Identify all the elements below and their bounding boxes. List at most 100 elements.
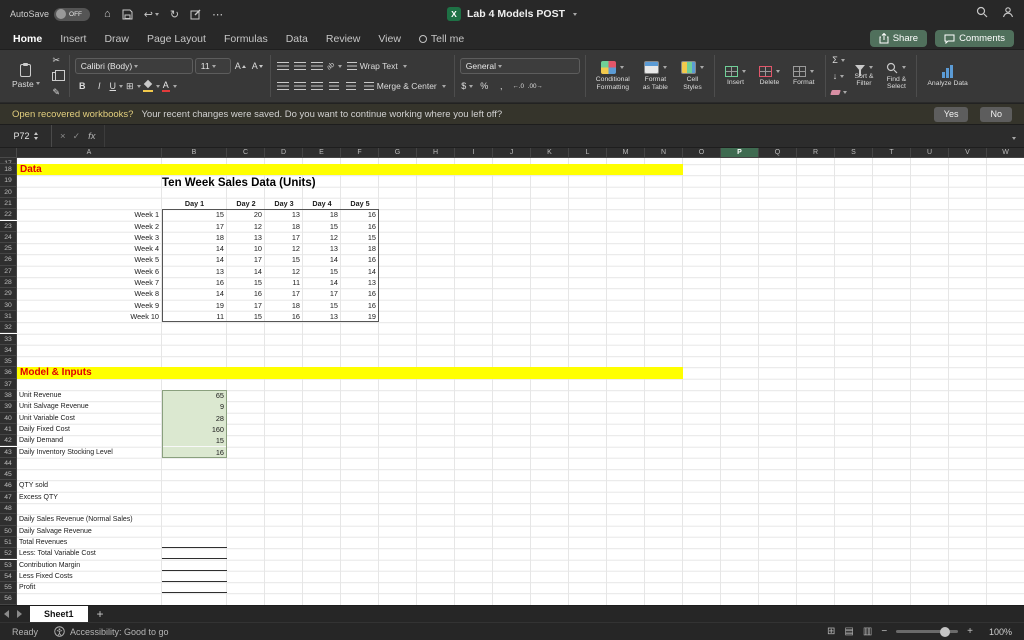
zoom-level[interactable]: 100%: [982, 627, 1012, 637]
row-header-28[interactable]: 28: [0, 277, 17, 289]
row-header-44[interactable]: 44: [0, 457, 17, 470]
column-header-o[interactable]: O: [683, 148, 721, 158]
fill-button[interactable]: ↓: [831, 69, 847, 84]
spreadsheet-grid[interactable]: Data Model & Inputs Ten Week Sales Data (U…: [0, 148, 1024, 605]
sales-value-cell[interactable]: 15: [227, 311, 265, 322]
row-header-29[interactable]: 29: [0, 288, 17, 300]
sales-value-cell[interactable]: 16: [341, 221, 379, 232]
row-header-41[interactable]: 41: [0, 423, 17, 436]
column-header-i[interactable]: I: [455, 148, 493, 158]
column-header-m[interactable]: M: [607, 148, 645, 158]
wrap-text-button[interactable]: Wrap Text: [344, 61, 410, 71]
output-value-cell[interactable]: [162, 582, 227, 594]
sales-value-cell[interactable]: 17: [162, 221, 227, 232]
tab-page-layout[interactable]: Page Layout: [138, 28, 215, 49]
sales-value-cell[interactable]: 10: [227, 243, 265, 254]
orientation-button[interactable]: ab: [326, 59, 342, 74]
sheet-nav-right-icon[interactable]: [17, 610, 22, 618]
column-header-c[interactable]: C: [227, 148, 265, 158]
sales-value-cell[interactable]: 17: [265, 288, 303, 299]
page-layout-view-icon[interactable]: ▤: [844, 626, 853, 637]
column-header-b[interactable]: B: [162, 148, 227, 158]
accessibility-status[interactable]: Accessibility: Good to go: [54, 626, 169, 637]
sales-value-cell[interactable]: 14: [227, 266, 265, 277]
search-icon[interactable]: [976, 5, 988, 23]
sales-value-cell[interactable]: 14: [162, 254, 227, 265]
font-size-select[interactable]: 11: [194, 58, 231, 74]
sales-value-cell[interactable]: 18: [265, 300, 303, 311]
currency-button[interactable]: $: [460, 79, 475, 94]
column-header-w[interactable]: W: [987, 148, 1024, 158]
sort-filter-button[interactable]: Sort & Filter: [850, 64, 879, 88]
underline-button[interactable]: U: [109, 79, 124, 94]
number-format-select[interactable]: General: [459, 58, 580, 74]
decrease-indent-button[interactable]: [327, 79, 342, 94]
sales-value-cell[interactable]: 17: [265, 232, 303, 243]
row-header-45[interactable]: 45: [0, 469, 17, 481]
input-value-cell[interactable]: 15: [162, 435, 227, 447]
column-header-a[interactable]: A: [17, 148, 162, 158]
find-select-button[interactable]: Find & Select: [881, 62, 911, 91]
increase-decimal-button[interactable]: ←.0: [511, 79, 526, 94]
column-header-v[interactable]: V: [949, 148, 987, 158]
name-box-spinner[interactable]: [33, 132, 38, 140]
sales-value-cell[interactable]: 16: [265, 311, 303, 322]
add-sheet-button[interactable]: +: [88, 607, 113, 621]
row-header-27[interactable]: 27: [0, 265, 17, 277]
font-color-button[interactable]: A: [161, 79, 177, 94]
align-left-button[interactable]: [276, 79, 291, 94]
font-name-select[interactable]: Calibri (Body): [74, 58, 193, 74]
sales-value-cell[interactable]: 13: [265, 209, 303, 220]
conditional-formatting-button[interactable]: Conditional Formatting: [591, 61, 635, 91]
sales-value-cell[interactable]: 16: [341, 209, 379, 220]
sales-value-cell[interactable]: 17: [227, 254, 265, 265]
comma-style-button[interactable]: ,: [494, 79, 509, 94]
input-value-cell[interactable]: 9: [162, 401, 227, 413]
tab-draw[interactable]: Draw: [95, 28, 138, 49]
undo-button[interactable]: ↩: [144, 8, 159, 21]
yes-button[interactable]: Yes: [933, 106, 969, 122]
normal-view-icon[interactable]: ⊞: [827, 626, 835, 637]
column-header-h[interactable]: H: [417, 148, 455, 158]
tab-review[interactable]: Review: [317, 28, 369, 49]
output-value-cell[interactable]: [162, 560, 227, 571]
row-header-31[interactable]: 31: [0, 310, 17, 323]
fill-color-button[interactable]: [142, 79, 160, 94]
delete-cells-button[interactable]: Delete: [754, 66, 785, 86]
column-header-f[interactable]: F: [341, 148, 379, 158]
sales-value-cell[interactable]: 16: [341, 288, 379, 299]
row-header-50[interactable]: 50: [0, 525, 17, 537]
sales-value-cell[interactable]: 15: [303, 221, 341, 232]
fx-icon[interactable]: fx: [88, 131, 95, 142]
increase-font-size-button[interactable]: A: [233, 59, 248, 74]
sales-value-cell[interactable]: 11: [162, 311, 227, 322]
align-center-button[interactable]: [293, 79, 308, 94]
output-value-cell[interactable]: [162, 571, 227, 583]
sales-value-cell[interactable]: 14: [303, 277, 341, 288]
redo-icon[interactable]: ↻: [170, 8, 179, 21]
tab-formulas[interactable]: Formulas: [215, 28, 277, 49]
tab-data[interactable]: Data: [277, 28, 317, 49]
cell-styles-button[interactable]: Cell Styles: [676, 61, 709, 91]
format-painter-button[interactable]: ✎: [49, 85, 64, 100]
row-header-53[interactable]: 53: [0, 559, 17, 571]
row-header-33[interactable]: 33: [0, 333, 17, 345]
sales-value-cell[interactable]: 16: [162, 277, 227, 288]
column-header-t[interactable]: T: [873, 148, 911, 158]
row-header-38[interactable]: 38: [0, 390, 17, 402]
sales-value-cell[interactable]: 13: [227, 232, 265, 243]
sales-value-cell[interactable]: 14: [162, 243, 227, 254]
cancel-icon[interactable]: ×: [60, 131, 66, 142]
decrease-decimal-button[interactable]: .00→: [528, 79, 543, 94]
column-header-j[interactable]: J: [493, 148, 531, 158]
document-title-chevron-icon[interactable]: [573, 12, 578, 16]
sales-value-cell[interactable]: 12: [227, 221, 265, 232]
comments-button[interactable]: Comments: [935, 30, 1014, 47]
page-break-view-icon[interactable]: ▥: [863, 626, 872, 637]
sales-value-cell[interactable]: 18: [341, 243, 379, 254]
percent-button[interactable]: %: [477, 79, 492, 94]
align-bottom-button[interactable]: [310, 59, 325, 74]
sales-value-cell[interactable]: 15: [227, 277, 265, 288]
decrease-font-size-button[interactable]: A: [250, 59, 265, 74]
row-header-46[interactable]: 46: [0, 480, 17, 492]
